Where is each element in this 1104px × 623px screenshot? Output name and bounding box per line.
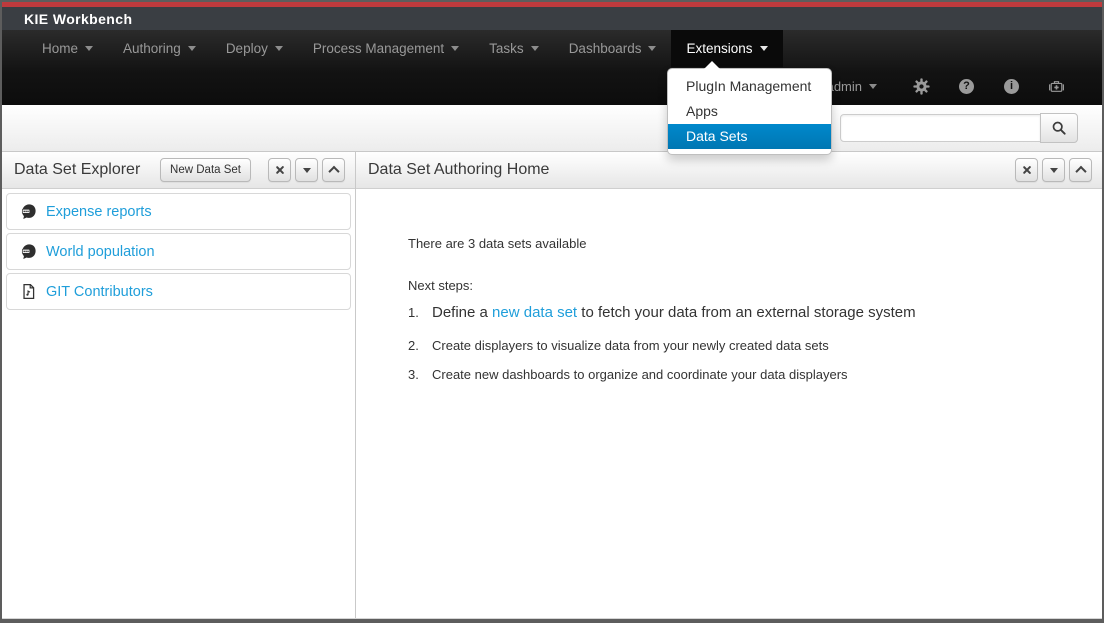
data-set-item-git-contributors[interactable]: GIT Contributors: [6, 273, 351, 310]
file-dataset-icon: [20, 283, 37, 300]
caret-down-icon: [188, 46, 196, 51]
data-set-authoring-home-header: Data Set Authoring Home: [356, 152, 1102, 189]
nav-item-dashboards[interactable]: Dashboards: [554, 30, 672, 67]
search-group: [840, 113, 1078, 143]
caret-down-icon: [531, 46, 539, 51]
nav-item-home[interactable]: Home: [27, 30, 108, 67]
data-set-explorer-header: Data Set Explorer New Data Set: [2, 152, 355, 189]
step-number: 2.: [408, 338, 432, 353]
step-text: Define a new data set to fetch your data…: [432, 304, 916, 321]
data-sets-available-text: There are 3 data sets available: [408, 236, 1072, 251]
data-set-authoring-home-panel: Data Set Authoring Home There are 3 data…: [356, 152, 1102, 618]
data-set-link: GIT Contributors: [46, 284, 153, 300]
new-data-set-link[interactable]: new data set: [492, 304, 577, 321]
chevron-up-icon: [1075, 166, 1086, 177]
csv-dataset-icon: [20, 203, 37, 220]
medkit-icon[interactable]: [1048, 78, 1065, 95]
search-button[interactable]: [1040, 113, 1078, 143]
help-icon[interactable]: ?: [958, 78, 975, 95]
nav-item-label: Deploy: [226, 41, 268, 56]
collapse-panel-button[interactable]: [1069, 158, 1092, 182]
caret-down-icon: [85, 46, 93, 51]
help-icon-glyph: ?: [959, 79, 974, 94]
info-icon[interactable]: i: [1003, 78, 1020, 95]
caret-down-icon: [760, 46, 768, 51]
nav-item-label: Dashboards: [569, 41, 642, 56]
caret-down-icon: [648, 46, 656, 51]
step-item-2: 2. Create displayers to visualize data f…: [408, 338, 1072, 353]
search-icon: [1051, 120, 1067, 136]
step-text-post: to fetch your data from an external stor…: [577, 304, 916, 321]
step-number: 3.: [408, 367, 432, 382]
caret-down-icon: [451, 46, 459, 51]
step-item-3: 3. Create new dashboards to organize and…: [408, 367, 1072, 382]
close-panel-button[interactable]: [268, 158, 291, 182]
toolbar-row: [2, 105, 1102, 152]
csv-dataset-icon: [20, 243, 37, 260]
extensions-dropdown-menu: PlugIn Management Apps Data Sets: [667, 68, 832, 155]
new-data-set-button[interactable]: New Data Set: [160, 158, 251, 182]
data-set-list: Expense reports World population: [2, 189, 355, 315]
nav-item-label: Authoring: [123, 41, 181, 56]
brand-bar: KIE Workbench: [2, 7, 1102, 30]
app-title: KIE Workbench: [24, 11, 132, 27]
nav-item-process-management[interactable]: Process Management: [298, 30, 474, 67]
nav-item-label: Home: [42, 41, 78, 56]
caret-down-icon: [303, 168, 311, 173]
step-text: Create displayers to visualize data from…: [432, 338, 829, 353]
caret-down-icon: [275, 46, 283, 51]
menu-item-plugin-management[interactable]: PlugIn Management: [668, 74, 831, 99]
nav-item-tasks[interactable]: Tasks: [474, 30, 554, 67]
menu-item-apps[interactable]: Apps: [668, 99, 831, 124]
panel-menu-button[interactable]: [295, 158, 318, 182]
step-number: 1.: [408, 305, 432, 320]
nav-menu-row: Home Authoring Deploy Process Management…: [2, 30, 1102, 67]
close-panel-button[interactable]: [1015, 158, 1038, 182]
nav-item-label: Extensions: [686, 41, 752, 56]
caret-down-icon: [869, 84, 877, 89]
close-icon: [275, 166, 284, 175]
next-steps-list: 1. Define a new data set to fetch your d…: [408, 304, 1072, 382]
step-text-pre: Define a: [432, 304, 492, 321]
step-text: Create new dashboards to organize and co…: [432, 367, 848, 382]
panel-header-actions: New Data Set: [160, 158, 345, 182]
search-input[interactable]: [840, 114, 1041, 142]
nav-item-label: Process Management: [313, 41, 444, 56]
nav-item-label: Tasks: [489, 41, 524, 56]
data-set-explorer-panel: Data Set Explorer New Data Set: [2, 152, 356, 618]
nav-item-authoring[interactable]: Authoring: [108, 30, 211, 67]
collapse-panel-button[interactable]: [322, 158, 345, 182]
data-set-link: World population: [46, 244, 155, 260]
panel-header-actions: [1011, 158, 1092, 182]
panel-menu-button[interactable]: [1042, 158, 1065, 182]
close-icon: [1022, 166, 1031, 175]
panel-title: Data Set Explorer: [14, 161, 140, 179]
app-window: KIE Workbench Home Authoring Deploy Proc…: [0, 0, 1104, 623]
chevron-up-icon: [328, 166, 339, 177]
panel-title: Data Set Authoring Home: [368, 161, 549, 179]
nav-item-deploy[interactable]: Deploy: [211, 30, 298, 67]
data-set-item-expense-reports[interactable]: Expense reports: [6, 193, 351, 230]
nav-item-extensions[interactable]: Extensions: [671, 30, 782, 67]
menu-item-data-sets[interactable]: Data Sets: [668, 124, 831, 149]
main-navbar: Home Authoring Deploy Process Management…: [2, 30, 1102, 105]
data-set-link: Expense reports: [46, 204, 152, 220]
step-item-1: 1. Define a new data set to fetch your d…: [408, 304, 1072, 321]
data-set-item-world-population[interactable]: World population: [6, 233, 351, 270]
main-area: Data Set Explorer New Data Set: [2, 152, 1102, 619]
info-icon-glyph: i: [1004, 79, 1019, 94]
authoring-home-content: There are 3 data sets available Next ste…: [356, 189, 1102, 382]
caret-down-icon: [1050, 168, 1058, 173]
gear-icon[interactable]: [913, 78, 930, 95]
next-steps-label: Next steps:: [408, 278, 1072, 293]
nav-user-row: : admin ? i: [2, 67, 1102, 105]
